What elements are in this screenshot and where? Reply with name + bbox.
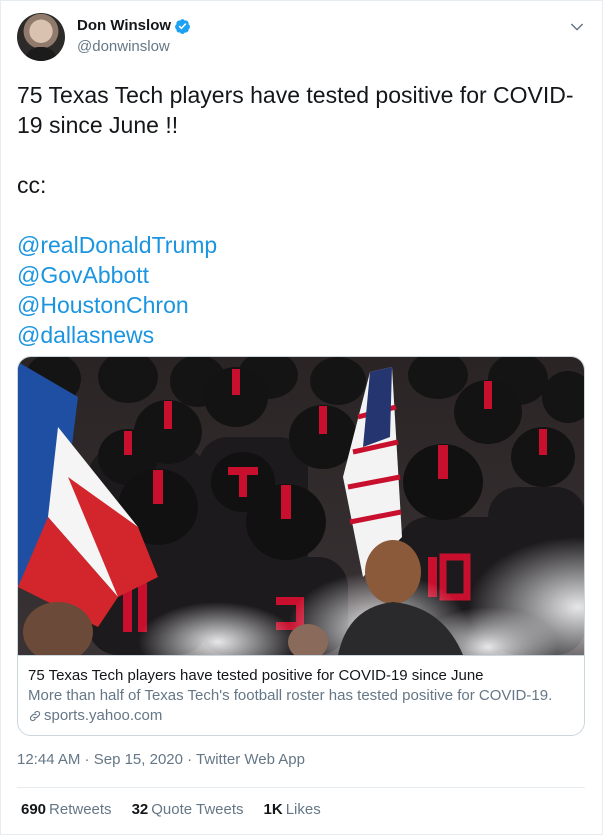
quote-tweets-label: Quote Tweets (151, 801, 244, 818)
tweet-cc: cc: (17, 172, 47, 198)
likes-label: Likes (285, 801, 321, 818)
mention-link[interactable]: @dallasnews (17, 320, 583, 350)
tweet-text-line: 19 since June !! (17, 112, 179, 138)
avatar[interactable] (17, 13, 65, 61)
card-domain: sports.yahoo.com (28, 706, 576, 726)
retweets-label: Retweets (49, 801, 112, 818)
tweet-text: 75 Texas Tech players have tested positi… (17, 80, 583, 350)
engagement-stats: 690 Retweets 32 Quote Tweets 1K Likes (21, 801, 321, 818)
likes-stat[interactable]: 1K Likes (264, 801, 321, 818)
author-handle[interactable]: @donwinslow (77, 38, 170, 55)
chevron-down-icon[interactable] (568, 18, 586, 36)
mention-link[interactable]: @GovAbbott (17, 260, 583, 290)
verified-icon (175, 19, 190, 34)
card-title[interactable]: 75 Texas Tech players have tested positi… (28, 666, 576, 686)
tweet-date[interactable]: Sep 15, 2020 (94, 751, 183, 768)
card-body[interactable]: 75 Texas Tech players have tested positi… (18, 655, 584, 735)
tweet-text-line: 75 Texas Tech players have tested positi… (17, 82, 574, 108)
link-icon (29, 710, 41, 722)
mention-link[interactable]: @HoustonChron (17, 290, 583, 320)
card-image[interactable] (18, 357, 585, 655)
tweet-source[interactable]: Twitter Web App (196, 751, 305, 768)
quote-tweets-stat[interactable]: 32 Quote Tweets (132, 801, 244, 818)
author-display-name[interactable]: Don Winslow (77, 17, 171, 34)
likes-count: 1K (263, 801, 283, 818)
card-description: More than half of Texas Tech's football … (28, 687, 553, 704)
tweet-time[interactable]: 12:44 AM (17, 751, 80, 768)
tweet-metadata: 12:44 AM · Sep 15, 2020 · Twitter Web Ap… (17, 751, 305, 768)
mention-link[interactable]: @realDonaldTrump (17, 230, 583, 260)
retweets-stat[interactable]: 690 Retweets (21, 801, 112, 818)
divider (17, 787, 585, 788)
link-preview-card[interactable]: 75 Texas Tech players have tested positi… (17, 356, 585, 736)
retweets-count: 690 (21, 801, 47, 818)
quote-tweets-count: 32 (131, 801, 149, 818)
card-domain-text: sports.yahoo.com (44, 707, 163, 724)
